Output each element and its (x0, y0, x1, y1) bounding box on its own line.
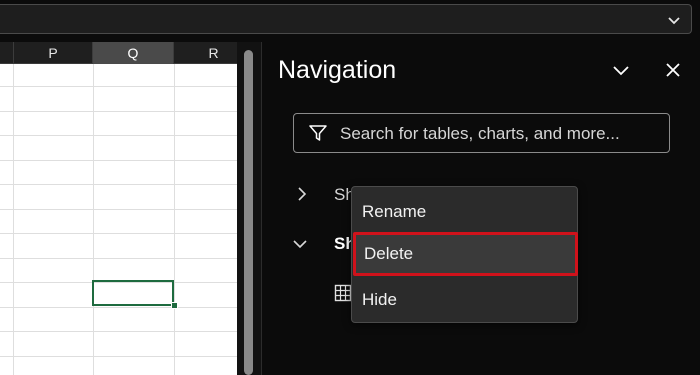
menu-item-label: Hide (362, 290, 397, 309)
chevron-down-icon[interactable] (292, 236, 308, 252)
formula-bar-area (0, 0, 700, 42)
column-header-partial[interactable] (0, 42, 14, 64)
column-header-q[interactable]: Q (93, 42, 174, 64)
collapse-chevron-icon[interactable] (611, 60, 631, 80)
menu-item-rename[interactable]: Rename (352, 190, 577, 234)
scrollbar-thumb[interactable] (244, 50, 253, 375)
menu-item-hide[interactable]: Hide (352, 278, 577, 322)
menu-item-label: Rename (362, 202, 427, 221)
chevron-down-icon[interactable] (667, 13, 681, 27)
table-icon (334, 284, 352, 302)
filter-icon (309, 125, 327, 141)
vertical-scrollbar[interactable] (237, 42, 263, 375)
fill-handle[interactable] (171, 302, 178, 309)
column-header-row: P Q R (0, 42, 237, 64)
column-header-p[interactable]: P (14, 42, 93, 64)
search-input[interactable]: Search for tables, charts, and more... (293, 113, 670, 153)
context-menu: Rename Delete Hide (351, 186, 578, 323)
column-header-r[interactable]: R (174, 42, 237, 64)
formula-bar[interactable] (0, 4, 692, 34)
active-cell[interactable] (92, 280, 174, 306)
pane-title: Navigation (278, 56, 397, 84)
chevron-right-icon[interactable] (294, 186, 310, 202)
menu-item-delete[interactable]: Delete (353, 232, 578, 276)
menu-item-label: Delete (364, 244, 414, 263)
cell-gridlines (0, 64, 237, 375)
close-icon[interactable] (663, 60, 683, 80)
spreadsheet-grid[interactable]: P Q R (0, 42, 237, 375)
search-placeholder: Search for tables, charts, and more... (340, 124, 620, 143)
tree-item-table[interactable] (262, 280, 362, 310)
